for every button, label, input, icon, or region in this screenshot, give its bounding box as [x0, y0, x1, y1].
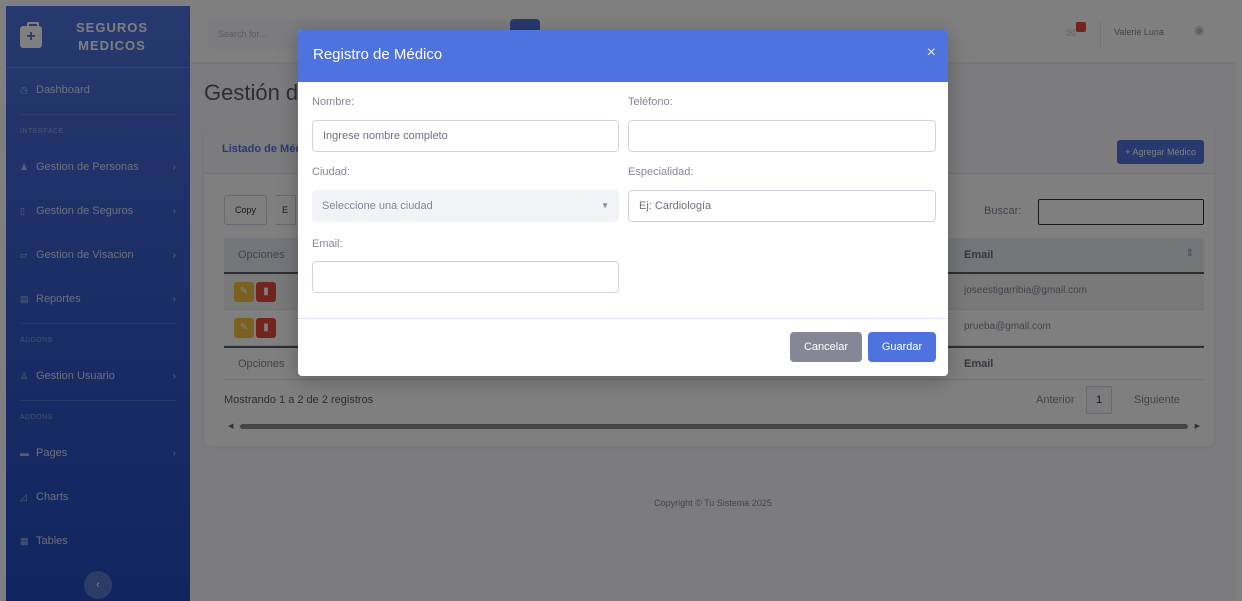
ciudad-label: Ciudad:: [312, 166, 350, 178]
especialidad-field[interactable]: Ej: Cardiología: [628, 190, 936, 222]
save-button[interactable]: Guardar: [868, 332, 936, 362]
nombre-label: Nombre:: [312, 96, 355, 108]
modal-footer: Cancelar Guardar: [298, 318, 948, 376]
ciudad-select[interactable]: Seleccione una ciudad ▼: [312, 190, 619, 222]
cancel-button[interactable]: Cancelar: [790, 332, 862, 362]
ciudad-selected: Seleccione una ciudad: [322, 200, 433, 212]
telefono-field[interactable]: [628, 120, 936, 152]
email-field[interactable]: [312, 261, 619, 293]
telefono-label: Teléfono:: [628, 96, 673, 108]
close-icon[interactable]: ×: [927, 44, 936, 62]
especialidad-label: Especialidad:: [628, 166, 694, 178]
email-label: Email:: [312, 238, 343, 250]
modal-header: Registro de Médico ×: [298, 30, 948, 82]
doctor-registration-modal: Registro de Médico × Nombre: Ingrese nom…: [298, 30, 948, 376]
modal-title: Registro de Médico: [313, 46, 443, 63]
chevron-down-icon: ▼: [601, 201, 609, 210]
nombre-field[interactable]: Ingrese nombre completo: [312, 120, 619, 152]
